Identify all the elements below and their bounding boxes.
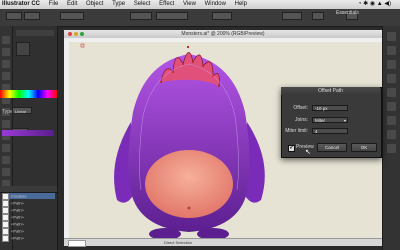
menu-object[interactable]: Object [86, 0, 103, 9]
pen-tool-icon[interactable] [2, 60, 10, 68]
layer-row[interactable]: <Path> [2, 200, 24, 207]
gradient-panel-icon[interactable] [387, 102, 396, 111]
status-tool-name: Direct Selection [164, 240, 193, 245]
swatches-panel-icon[interactable] [387, 46, 396, 55]
gradient-type-select[interactable]: Linear [12, 107, 32, 114]
collapsed-panels-dock [382, 26, 400, 250]
layer-row[interactable]: <Path> [2, 207, 24, 214]
gradient-slider[interactable] [2, 130, 54, 136]
miter-limit-input[interactable]: 4 [312, 128, 348, 134]
layer-row[interactable]: Creature [2, 193, 55, 200]
menu-effect[interactable]: Effect [159, 0, 174, 9]
minimize-window-icon[interactable] [74, 32, 78, 36]
layer-label: <Path> [11, 221, 24, 227]
warp-tool-icon[interactable] [2, 144, 10, 152]
zoom-level-field[interactable] [68, 240, 86, 247]
menu-window[interactable]: Window [205, 0, 226, 9]
layer-row[interactable]: <Path> [2, 235, 24, 242]
layer-row[interactable]: <Path> [2, 214, 24, 221]
opacity-field[interactable] [212, 12, 232, 20]
menu-type[interactable]: Type [112, 0, 125, 9]
layer-label: <Path> [11, 235, 24, 241]
stroke-weight-field[interactable] [60, 12, 84, 20]
color-guide-swatch[interactable] [16, 42, 30, 56]
selection-tool-icon[interactable] [2, 36, 10, 44]
layer-label: <Path> [11, 207, 24, 213]
layer-thumbnail [2, 235, 9, 242]
joins-value: Miter [315, 118, 325, 123]
chevron-down-icon: ▾ [343, 118, 346, 123]
layer-thumbnail [2, 221, 9, 228]
workspace-switcher[interactable]: Essentials [336, 10, 359, 16]
layer-row[interactable]: <Path> [2, 228, 24, 235]
layer-label: Creature [11, 193, 27, 199]
offset-input[interactable]: -10 px [312, 105, 348, 111]
layer-thumbnail [2, 207, 9, 214]
close-window-icon[interactable] [68, 32, 72, 36]
type-tool-icon[interactable] [2, 72, 10, 80]
menu-help[interactable]: Help [235, 0, 247, 9]
layers-panel-header [0, 186, 57, 193]
brush-definition[interactable] [156, 12, 188, 20]
layer-thumbnail [2, 200, 9, 207]
menu-file[interactable]: File [49, 0, 59, 9]
document-title: Monsters.ai* @ 200% (RGB/Preview) [181, 31, 265, 37]
joins-select[interactable]: Miter ▾ [312, 117, 348, 123]
layer-row[interactable]: <Path> [2, 221, 24, 228]
color-panel-icon[interactable] [387, 32, 396, 41]
app-menu-bar: Illustrator CC File Edit Object Type Sel… [0, 0, 400, 9]
status-bar: Direct Selection [64, 238, 382, 247]
miter-limit-label: Miter limit: [285, 128, 308, 134]
menu-edit[interactable]: Edit [67, 0, 77, 9]
gradient-tool-icon[interactable] [2, 156, 10, 164]
stroke-panel-icon[interactable] [387, 88, 396, 97]
color-spectrum[interactable] [0, 90, 57, 98]
layer-thumbnail [2, 228, 9, 235]
transform-control[interactable] [312, 12, 324, 20]
transparency-panel-icon[interactable] [387, 116, 396, 125]
symbols-panel-icon[interactable] [387, 74, 396, 83]
layer-label: <Path> [11, 214, 24, 220]
rotate-tool-icon[interactable] [2, 120, 10, 128]
joins-label: Joins: [294, 117, 308, 123]
stroke-swatch[interactable] [24, 12, 40, 20]
layer-label: <Path> [11, 200, 24, 206]
appearance-panel-icon[interactable] [387, 130, 396, 139]
bounding-box-handle[interactable] [80, 43, 85, 48]
style-field[interactable] [282, 12, 302, 20]
system-tray: ◔ ✱ ◉ ▲ ◀) [357, 1, 391, 7]
zoom-window-icon[interactable] [80, 32, 84, 36]
layer-thumbnail [2, 214, 9, 221]
eyedropper-tool-icon[interactable] [2, 168, 10, 176]
direct-selection-tool-icon[interactable] [2, 48, 10, 56]
variable-width-profile[interactable] [130, 12, 152, 20]
panel-tabs[interactable] [16, 30, 54, 36]
mouse-cursor-icon: ↖ [305, 149, 311, 156]
menu-view[interactable]: View [183, 0, 196, 9]
cancel-button[interactable]: Cancel [317, 143, 347, 152]
layers-panel-icon[interactable] [387, 144, 396, 153]
layer-label: <Path> [11, 228, 24, 234]
fill-swatch[interactable] [6, 12, 22, 20]
brushes-panel-icon[interactable] [387, 60, 396, 69]
dialog-title: Offset Path [281, 87, 380, 95]
layer-thumbnail [2, 193, 9, 200]
menu-select[interactable]: Select [134, 0, 151, 9]
ok-button[interactable]: OK [351, 143, 377, 152]
preview-checkbox[interactable]: ✔ [288, 145, 295, 152]
app-name[interactable]: Illustrator CC [2, 0, 40, 9]
offset-label: Offset: [293, 105, 308, 111]
belly-button [187, 206, 191, 210]
